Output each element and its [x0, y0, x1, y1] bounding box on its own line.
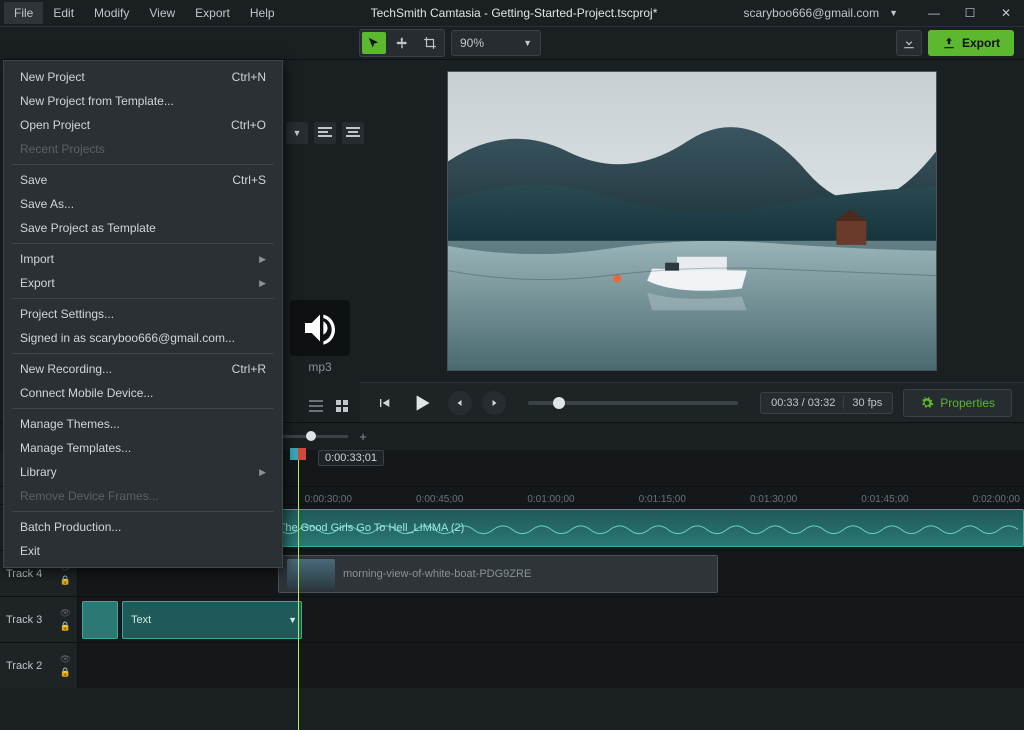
pan-button[interactable] — [390, 32, 414, 54]
chevron-right-icon: ▶ — [259, 278, 266, 289]
mi-export-sub[interactable]: Export▶ — [4, 271, 282, 295]
mi-save-as[interactable]: Save As... — [4, 192, 282, 216]
menu-view[interactable]: View — [139, 2, 185, 24]
mi-connect-mobile[interactable]: Connect Mobile Device... — [4, 381, 282, 405]
menu-edit[interactable]: Edit — [43, 2, 84, 24]
user-email[interactable]: scaryboo666@gmail.com — [744, 6, 880, 20]
mi-open-project[interactable]: Open ProjectCtrl+O — [4, 113, 282, 137]
menubar: File Edit Modify View Export Help — [4, 2, 285, 24]
mi-remove-device-frames: Remove Device Frames... — [4, 484, 282, 508]
lock-icon[interactable]: 🔒 — [60, 575, 71, 586]
play-button[interactable] — [406, 387, 438, 419]
playback-scrubber[interactable] — [528, 401, 738, 405]
view-list-icon[interactable] — [306, 396, 326, 416]
canvas-preview[interactable] — [447, 71, 937, 371]
clip-video[interactable]: morning-view-of-white-boat-PDG9ZRE — [278, 555, 718, 593]
menu-modify[interactable]: Modify — [84, 2, 139, 24]
upload-icon — [942, 36, 956, 50]
mi-save-template[interactable]: Save Project as Template — [4, 216, 282, 240]
titlebar: File Edit Modify View Export Help TechSm… — [0, 0, 1024, 26]
menu-help[interactable]: Help — [240, 2, 285, 24]
download-button[interactable] — [896, 30, 922, 56]
media-bin-item[interactable]: mp3 — [290, 300, 350, 374]
eye-icon[interactable]: 👁 — [60, 608, 71, 619]
canvas-zoom[interactable]: 90% ▼ — [451, 30, 541, 56]
media-sort-dropdown[interactable]: ▼ — [286, 122, 308, 144]
menu-export[interactable]: Export — [185, 2, 240, 24]
window-title: TechSmith Camtasia - Getting-Started-Pro… — [285, 6, 744, 20]
export-button[interactable]: Export — [928, 30, 1014, 56]
audio-icon — [290, 300, 350, 356]
track-head-3[interactable]: Track 3👁🔒 — [0, 597, 78, 642]
chevron-right-icon: ▶ — [259, 467, 266, 478]
track-head-2[interactable]: Track 2👁🔒 — [0, 643, 78, 688]
properties-button[interactable]: Properties — [903, 389, 1012, 417]
mi-new-from-template[interactable]: New Project from Template... — [4, 89, 282, 113]
mi-new-recording[interactable]: New Recording...Ctrl+R — [4, 357, 282, 381]
crop-button[interactable] — [418, 32, 442, 54]
align-left-icon[interactable] — [314, 122, 336, 144]
mi-project-settings[interactable]: Project Settings... — [4, 302, 282, 326]
mi-exit[interactable]: Exit — [4, 539, 282, 563]
playback-bar: 00:33 / 03:32 30 fps Properties — [360, 382, 1024, 422]
clip-small-1[interactable] — [82, 601, 118, 639]
lock-icon[interactable]: 🔒 — [60, 667, 71, 678]
prev-frame-button[interactable] — [448, 391, 472, 415]
close-button[interactable]: ✕ — [992, 3, 1020, 23]
clip-thumbnail — [287, 559, 335, 589]
view-grid-icon[interactable] — [332, 396, 352, 416]
eye-icon[interactable]: 👁 — [60, 654, 71, 665]
user-dropdown-icon[interactable]: ▼ — [889, 8, 898, 18]
chevron-down-icon: ▼ — [523, 38, 532, 48]
media-bin-panel: New ProjectCtrl+N New Project from Templ… — [0, 60, 360, 422]
lock-icon[interactable]: 🔒 — [60, 621, 71, 632]
step-back-button[interactable] — [372, 391, 396, 415]
mi-save[interactable]: SaveCtrl+S — [4, 168, 282, 192]
mi-library[interactable]: Library▶ — [4, 460, 282, 484]
mi-new-project[interactable]: New ProjectCtrl+N — [4, 65, 282, 89]
mi-signed-in[interactable]: Signed in as scaryboo666@gmail.com... — [4, 326, 282, 350]
minimize-button[interactable]: — — [920, 3, 948, 23]
mi-manage-themes[interactable]: Manage Themes... — [4, 412, 282, 436]
mi-import[interactable]: Import▶ — [4, 247, 282, 271]
chevron-right-icon: ▶ — [259, 254, 266, 265]
top-toolbar: 90% ▼ Export — [0, 26, 1024, 60]
clip-text[interactable]: Text▼ — [122, 601, 302, 639]
align-center-icon[interactable] — [342, 122, 364, 144]
canvas-tools — [359, 29, 445, 57]
next-frame-button[interactable] — [482, 391, 506, 415]
edit-mode-button[interactable] — [362, 32, 386, 54]
playhead-timecode: 0:00:33;01 — [318, 450, 384, 466]
timeline-zoom-in-button[interactable]: + — [354, 428, 372, 446]
file-menu-dropdown: New ProjectCtrl+N New Project from Templ… — [3, 60, 283, 568]
mi-manage-templates[interactable]: Manage Templates... — [4, 436, 282, 460]
mi-recent-projects: Recent Projects — [4, 137, 282, 161]
mi-batch-production[interactable]: Batch Production... — [4, 515, 282, 539]
maximize-button[interactable]: ☐ — [956, 3, 984, 23]
playback-time: 00:33 / 03:32 30 fps — [760, 392, 893, 414]
playhead[interactable] — [298, 450, 299, 730]
menu-file[interactable]: File — [4, 2, 43, 24]
gear-icon — [920, 396, 934, 410]
